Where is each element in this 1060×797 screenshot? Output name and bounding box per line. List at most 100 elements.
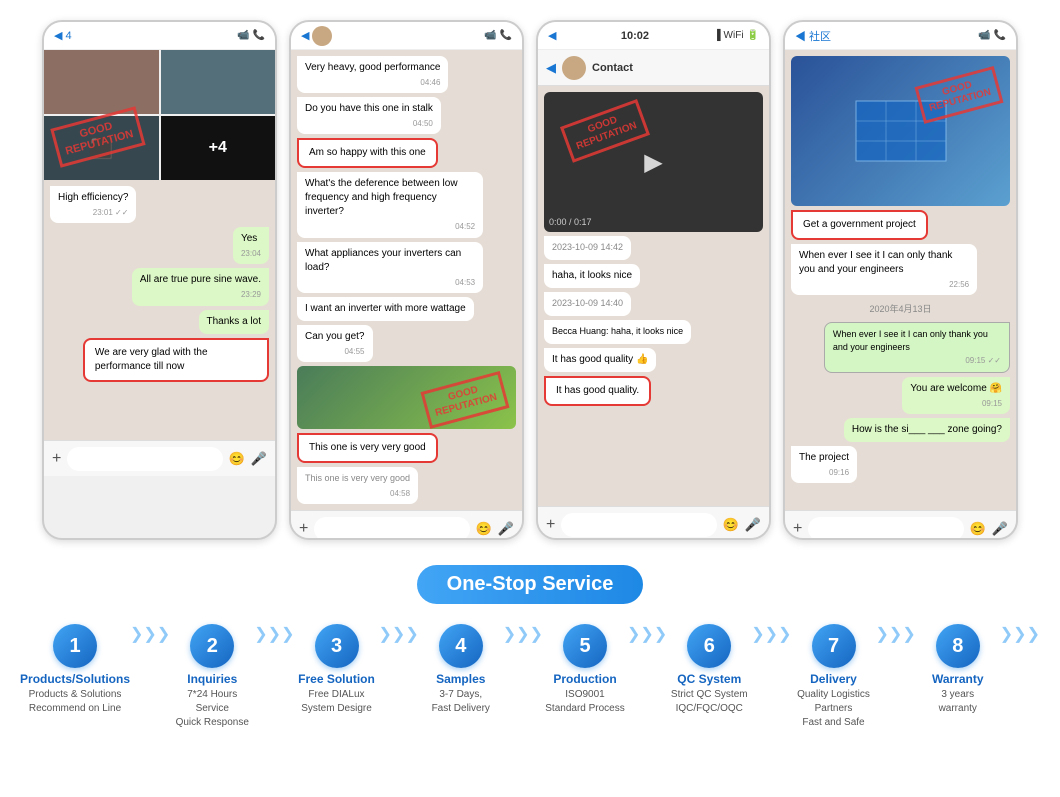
step-label-6: QC System — [677, 672, 741, 686]
video-placeholder-3: GOODREPUTATION ▶ 0:00 / 0:17 — [544, 92, 763, 232]
mic-icon-4[interactable]: 🎤 — [992, 521, 1008, 537]
msg-text: What's the deference between low frequen… — [305, 178, 458, 217]
step-label-3: Free Solution — [298, 672, 375, 686]
msg-time: 23:01 ✓✓ — [58, 207, 128, 218]
step-desc-2: 7*24 Hours ServiceQuick Response — [170, 688, 254, 730]
arrow-3-4: ❯❯❯ — [379, 614, 419, 644]
phone-icon-2[interactable]: 📞 — [500, 30, 512, 41]
video-icon-1[interactable]: 📹 — [237, 30, 249, 41]
chat-body-1: High efficiency? 23:01 ✓✓ Yes 23:04 All … — [44, 180, 275, 440]
step-top-7: 7 — [791, 624, 875, 668]
play-icon-3[interactable]: ▶ — [644, 148, 662, 177]
msg-text: We are very glad with the performance ti… — [95, 347, 208, 372]
msg-more: I want an inverter with more wattage — [297, 297, 474, 321]
msg-welcome: You are welcome 🤗 09:15 — [902, 377, 1010, 414]
video-icon-4[interactable]: 📹 — [978, 30, 990, 41]
install-image-2: GOODREPUTATION — [297, 366, 516, 429]
step-circle-7: 7 — [812, 624, 856, 668]
msg-yes: Yes 23:04 — [233, 227, 269, 264]
add-icon-1[interactable]: + — [52, 450, 61, 468]
chat-input-2[interactable] — [314, 517, 469, 541]
msg-time: 04:52 — [305, 221, 475, 232]
msg-quality-highlight: It has good quality. — [544, 376, 651, 406]
status-bar-4: ◀ 社区 📹 📞 — [785, 22, 1016, 50]
phone-4: ◀ 社区 📹 📞 GOODREPUTATION G — [783, 20, 1018, 540]
step-top-8: 8 — [916, 624, 1000, 668]
emoji-icon-1[interactable]: 😊 — [229, 451, 245, 467]
msg-caption: This one is very very good 04:58 — [297, 467, 418, 504]
mic-icon-2[interactable]: 🎤 — [498, 521, 514, 537]
add-icon-4[interactable]: + — [793, 520, 802, 538]
phone-3: ◀ 10:02 ▐ WiFi 🔋 ◀ Contact GOODREPUTATIO… — [536, 20, 771, 540]
phone-icon-4[interactable]: 📞 — [994, 30, 1006, 41]
arrow-5-6: ❯❯❯ — [627, 614, 667, 644]
msg-diff: What's the deference between low frequen… — [297, 172, 483, 237]
msg-sine: All are true pure sine wave. 23:29 — [132, 268, 269, 305]
msg-text: This one is very very good — [305, 473, 410, 483]
arrow-7-8: ❯❯❯ — [876, 614, 916, 644]
msg-time: 22:56 — [799, 279, 969, 290]
step-desc-4: 3-7 Days,Fast Delivery — [432, 688, 490, 716]
msg-text: I want an inverter with more wattage — [305, 303, 466, 314]
step-4: 4 Samples 3-7 Days,Fast Delivery — [419, 624, 503, 716]
msg-text: Very heavy, good performance — [305, 62, 440, 73]
msg-text: Yes — [241, 233, 257, 244]
status-left-3: ◀ — [548, 29, 556, 42]
step-circle-6: 6 — [687, 624, 731, 668]
msg-happy: Am so happy with this one — [297, 138, 438, 168]
msg-time: 04:55 — [305, 346, 365, 357]
step-label-1: Products/Solutions — [20, 672, 130, 686]
solar-panel-svg — [851, 96, 951, 166]
emoji-icon-4[interactable]: 😊 — [970, 521, 986, 537]
msg-text: This one is very very good — [309, 442, 426, 453]
back-arrow-3[interactable]: ◀ — [546, 60, 556, 76]
msg-text: How is the si___ ___ zone going? — [852, 424, 1002, 435]
status-left-1: ◀ 4 — [54, 29, 72, 42]
step-6: 6 QC System Strict QC SystemIQC/FQC/OQC — [667, 624, 751, 716]
mic-icon-1[interactable]: 🎤 — [251, 451, 267, 467]
emoji-icon-3[interactable]: 😊 — [723, 517, 739, 533]
msg-text: Do you have this one in stalk — [305, 103, 433, 114]
add-icon-2[interactable]: + — [299, 520, 308, 538]
step-8: 8 Warranty 3 yearswarranty — [916, 624, 1000, 716]
chat-body-2: Very heavy, good performance 04:46 Do yo… — [291, 50, 522, 510]
avatar-2 — [312, 26, 332, 46]
step-label-7: Delivery — [810, 672, 857, 686]
battery-icon-3: 🔋 — [747, 30, 759, 41]
msg-very-good: This one is very very good — [297, 433, 438, 463]
msg-text: 2023-10-09 14:42 — [552, 242, 623, 252]
avatar-3 — [562, 56, 586, 80]
msg-text: 2023-10-09 14:40 — [552, 298, 623, 308]
back-icon-2[interactable]: ◀ — [301, 29, 309, 42]
grid-img-2 — [161, 50, 276, 114]
back-icon-1[interactable]: ◀ 4 — [54, 29, 72, 42]
phone-2: ◀ 📹 📞 Very heavy, good performance 04:46… — [289, 20, 524, 540]
back-icon-3[interactable]: ◀ — [548, 29, 556, 42]
chat-input-3[interactable] — [561, 513, 716, 537]
msg-text: You are welcome 🤗 — [910, 383, 1002, 394]
step-circle-5: 5 — [563, 624, 607, 668]
step-label-4: Samples — [436, 672, 485, 686]
msg-text: Thanks a lot — [207, 316, 261, 327]
chat-input-4[interactable] — [808, 517, 963, 541]
status-left-2: ◀ — [301, 26, 332, 46]
mic-icon-3[interactable]: 🎤 — [745, 517, 761, 533]
step-5: 5 Production ISO9001Standard Process — [543, 624, 627, 716]
status-right-3: ▐ WiFi 🔋 — [713, 30, 759, 41]
msg-date-1: 2023-10-09 14:42 — [544, 236, 631, 260]
video-icon-2[interactable]: 📹 — [484, 30, 496, 41]
phone-icon-1[interactable]: 📞 — [253, 30, 265, 41]
msg-time: 04:46 — [305, 77, 440, 88]
msg-zone: How is the si___ ___ zone going? — [844, 418, 1010, 442]
status-bar-2: ◀ 📹 📞 — [291, 22, 522, 50]
emoji-icon-2[interactable]: 😊 — [476, 521, 492, 537]
back-icon-4[interactable]: ◀ 社区 — [795, 28, 831, 44]
step-desc-6: Strict QC SystemIQC/FQC/OQC — [671, 688, 748, 716]
status-bar-1: ◀ 4 📹 📞 — [44, 22, 275, 50]
step-top-5: 5 — [543, 624, 627, 668]
msg-text: It has good quality 👍 — [552, 354, 648, 365]
chat-input-1[interactable] — [67, 447, 222, 471]
add-icon-3[interactable]: + — [546, 516, 555, 534]
stamp-2: GOODREPUTATION — [421, 371, 510, 429]
msg-looks-nice-1: haha, it looks nice — [544, 264, 640, 288]
